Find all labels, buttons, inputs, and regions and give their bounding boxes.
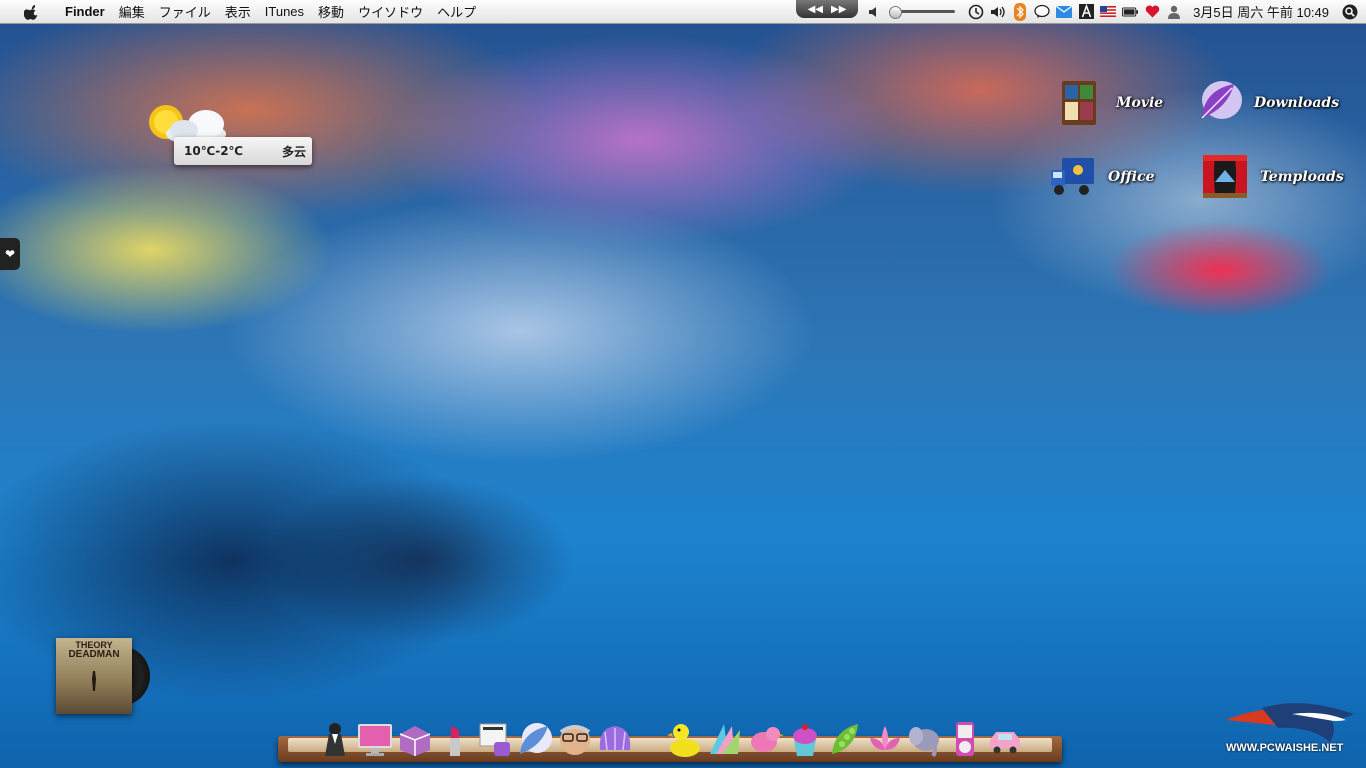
grandpa-icon[interactable] — [556, 720, 594, 758]
desktop-icon-label: Movie — [1116, 95, 1164, 111]
menu-bar: Finder 編集 ファイル 表示 ITunes 移動 ウイソドウ ヘルプ ◀◀… — [0, 0, 1366, 24]
desktop-icon-label: Temploads — [1260, 169, 1344, 185]
temperature-range: 10℃-2℃ — [184, 144, 244, 158]
bluetooth-icon[interactable] — [1012, 2, 1028, 21]
bird-icon[interactable] — [746, 720, 784, 758]
watermark-text: WWW.PCWAISHE.NET — [1226, 742, 1344, 754]
weather-card: 10℃-2℃ 多云 — [174, 137, 312, 165]
duck-icon[interactable] — [666, 720, 704, 758]
desktop-icon-movie[interactable]: Movie — [1056, 78, 1163, 128]
desktop-icon-temploads[interactable]: Temploads — [1200, 152, 1344, 202]
menubar-clock[interactable]: 3月5日 周六 午前 10:49 — [1185, 2, 1339, 21]
sidebar-toggle[interactable]: ❤ — [0, 238, 20, 270]
feather-icon — [1201, 81, 1242, 119]
toolbox-icon[interactable] — [396, 720, 434, 758]
chat-icon[interactable] — [1034, 4, 1050, 20]
desktop-icon-office[interactable]: Office — [1048, 152, 1155, 202]
desktop-icon-label: Downloads — [1254, 95, 1340, 111]
feather-icon[interactable] — [516, 720, 554, 758]
menu-finder[interactable]: Finder — [58, 4, 112, 19]
heart-icon[interactable] — [1144, 4, 1160, 20]
battery-icon[interactable] — [1122, 4, 1139, 20]
menu-edit[interactable]: 編集 — [112, 2, 152, 21]
media-controls[interactable]: ◀◀ ▶▶ — [796, 0, 858, 18]
car-icon[interactable] — [986, 720, 1024, 758]
status-area: 3月5日 周六 午前 10:49 — [863, 0, 1366, 23]
volume-knob[interactable] — [889, 6, 903, 19]
now-playing-album[interactable]: THEORY DEADMAN — [56, 638, 152, 716]
eagle-logo-icon — [1226, 703, 1354, 742]
site-watermark: WWW.PCWAISHE.NET — [1222, 700, 1360, 760]
menu-file[interactable]: ファイル — [152, 2, 218, 21]
album-figure-icon — [92, 671, 96, 691]
cabinet-icon — [1062, 81, 1096, 125]
wings-icon[interactable] — [706, 720, 744, 758]
monitor-icon[interactable] — [356, 720, 394, 758]
cupcake-icon[interactable] — [786, 720, 824, 758]
menu-go[interactable]: 移動 — [311, 2, 351, 21]
apple-logo-icon[interactable] — [22, 2, 42, 22]
lipstick-icon[interactable] — [436, 720, 474, 758]
lotus-icon[interactable] — [866, 720, 904, 758]
forward-icon[interactable]: ▶▶ — [831, 4, 846, 15]
font-icon[interactable] — [1078, 4, 1094, 20]
desktop-icon-label: Office — [1108, 169, 1155, 185]
dock — [316, 713, 1026, 758]
butler-icon[interactable] — [316, 720, 354, 758]
heart-icon: ❤ — [4, 247, 16, 261]
peapod-icon[interactable] — [826, 720, 864, 758]
dock-spacer — [636, 720, 664, 758]
volume-slider[interactable] — [889, 6, 956, 19]
volume-speaker-icon[interactable] — [990, 4, 1006, 20]
album-title-line2: DEADMAN — [68, 649, 120, 660]
desktop-icon-downloads[interactable]: Downloads — [1194, 78, 1339, 128]
menu-help[interactable]: ヘルプ — [430, 2, 483, 21]
weather-condition: 多云 — [281, 144, 306, 159]
volume-icon[interactable] — [866, 4, 882, 20]
menu-view[interactable]: 表示 — [218, 2, 258, 21]
menu-itunes[interactable]: ITunes — [258, 4, 311, 19]
album-cover: THEORY DEADMAN — [56, 638, 132, 714]
theater-stage-icon — [1203, 155, 1247, 198]
menu-window[interactable]: ウイソドウ — [351, 2, 430, 21]
user-icon[interactable] — [1166, 4, 1182, 20]
newspaper-icon[interactable] — [476, 720, 514, 758]
shell-icon[interactable] — [596, 720, 634, 758]
mail-icon[interactable] — [1056, 4, 1073, 20]
flag-us-icon[interactable] — [1100, 4, 1117, 20]
elephant-icon[interactable] — [906, 720, 944, 758]
weather-widget[interactable]: 10℃-2℃ 多云 — [140, 100, 315, 170]
ipod-icon[interactable] — [946, 720, 984, 758]
rewind-icon[interactable]: ◀◀ — [808, 4, 823, 15]
time-machine-icon[interactable] — [968, 4, 984, 20]
spotlight-icon[interactable] — [1342, 4, 1358, 20]
delivery-truck-icon — [1051, 158, 1094, 195]
